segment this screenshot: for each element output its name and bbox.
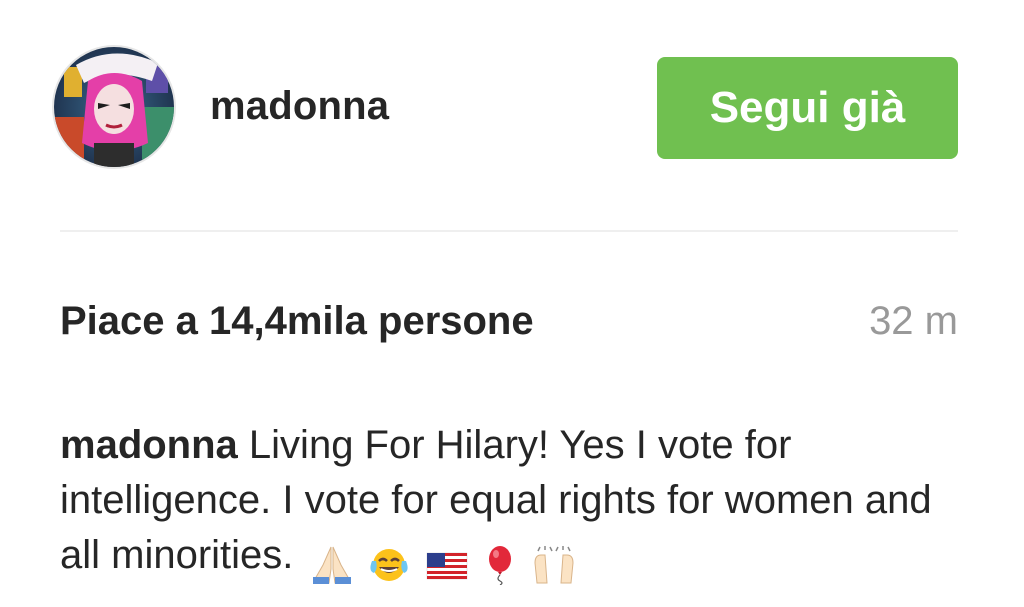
- header-divider: [60, 230, 958, 232]
- profile-photo-icon: [54, 47, 174, 167]
- post-timestamp[interactable]: 32 m: [869, 299, 958, 344]
- praying-hands-icon: [312, 547, 351, 585]
- post-caption: madonna Living For Hilary! Yes I vote fo…: [60, 418, 960, 591]
- balloon-icon: [488, 546, 511, 586]
- avatar[interactable]: [52, 45, 176, 169]
- caption-emojis: [311, 536, 582, 591]
- post-username[interactable]: madonna: [210, 84, 389, 129]
- raising-hands-icon: [534, 546, 574, 584]
- tears-of-joy-icon: [370, 549, 408, 582]
- following-button[interactable]: Segui già: [657, 57, 958, 159]
- post-header: madonna Segui già: [0, 0, 1024, 230]
- caption-username[interactable]: madonna: [60, 423, 238, 467]
- likes-count[interactable]: Piace a 14,4mila persone: [60, 299, 534, 344]
- us-flag-icon: [426, 553, 468, 580]
